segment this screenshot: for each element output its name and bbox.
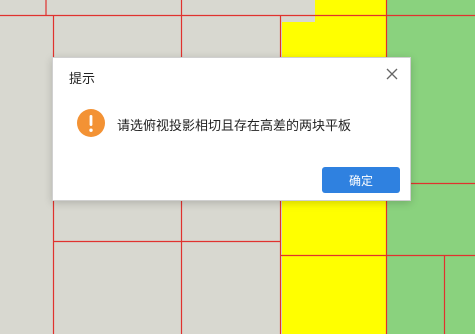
close-icon[interactable] bbox=[384, 66, 400, 82]
ok-button[interactable]: 确定 bbox=[322, 167, 400, 193]
prompt-dialog: 提示 请选俯视投影相切且存在高差的两块平板 确定 bbox=[52, 57, 411, 201]
warning-icon bbox=[77, 109, 105, 137]
dialog-title: 提示 bbox=[69, 72, 96, 87]
dialog-message: 请选俯视投影相切且存在高差的两块平板 bbox=[117, 119, 352, 134]
